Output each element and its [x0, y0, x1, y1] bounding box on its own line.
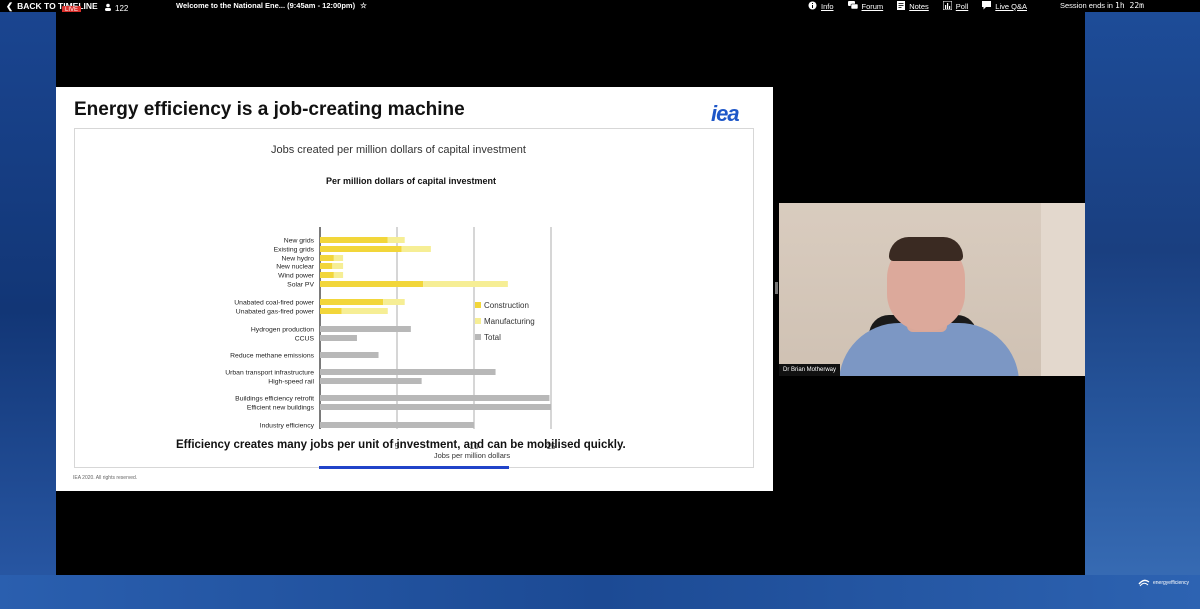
iea-logo: iea — [711, 101, 740, 126]
session-ends-label: Session ends in — [1060, 1, 1113, 10]
category-label: Buildings efficiency retrofit — [235, 396, 314, 403]
category-label: CCUS — [295, 336, 315, 343]
bar-construction — [320, 263, 333, 269]
x-axis-label: Jobs per million dollars — [434, 451, 511, 460]
jobs-bar-chart: Per million dollars of capital investmen… — [225, 176, 556, 460]
energy-efficiency-logo: energyefficiency — [1138, 578, 1189, 588]
background-left-strip — [0, 12, 56, 609]
menu-item-label: Live Q&A — [995, 1, 1027, 11]
category-label: Existing grids — [274, 247, 315, 254]
category-label: Reduce methane emissions — [230, 353, 314, 360]
panel-resize-handle[interactable] — [775, 282, 778, 294]
bar-construction — [320, 246, 402, 252]
menu-item-forum[interactable]: Forum — [847, 0, 884, 12]
slide-title: Energy efficiency is a job-creating mach… — [74, 99, 465, 120]
video-door — [1041, 203, 1085, 376]
notes-icon — [897, 0, 906, 12]
category-label: Solar PV — [287, 282, 314, 289]
category-label: High-speed rail — [268, 379, 314, 386]
speaker-name-tag: Dr Brian Motherway — [779, 364, 841, 376]
menu-item-live-qa[interactable]: Live Q&A — [982, 0, 1027, 12]
bar-manufacturing — [401, 246, 431, 252]
speaker-video[interactable] — [779, 203, 1085, 376]
category-label: New grids — [284, 238, 315, 245]
background-bottom-strip — [0, 575, 1200, 609]
background-right-strip — [1085, 12, 1200, 609]
back-to-timeline-button[interactable]: ❮ BACK TO TIMELINE — [6, 0, 98, 12]
slide-caption: Efficiency creates many jobs per unit of… — [176, 439, 626, 451]
category-label: New hydro — [282, 256, 315, 263]
menu-item-label: Notes — [909, 1, 929, 11]
menu-item-poll[interactable]: Poll — [942, 0, 969, 12]
session-menu: Info Forum Notes Poll Live Q&A — [808, 0, 1027, 12]
energy-efficiency-logo-text: energyefficiency — [1153, 580, 1190, 586]
bar-manufacturing — [387, 237, 405, 243]
forum-icon — [847, 0, 858, 12]
category-label: Urban transport infrastructure — [225, 370, 314, 377]
speaker-hair — [889, 237, 963, 261]
back-to-timeline-label: BACK TO TIMELINE — [17, 1, 98, 11]
menu-item-label: Poll — [955, 1, 969, 11]
category-label: New nuclear — [276, 264, 315, 271]
legend-swatch — [475, 334, 481, 340]
category-label: Efficient new buildings — [247, 405, 315, 412]
bar-construction — [320, 281, 424, 287]
presentation-slide: Energy efficiency is a job-creating mach… — [56, 87, 773, 491]
bar-construction — [320, 272, 334, 278]
bar-total — [320, 378, 422, 384]
bar-manufacturing — [341, 308, 388, 314]
slide-progress-bar — [319, 466, 509, 469]
star-icon[interactable]: ☆ — [360, 0, 367, 12]
category-label: Hydrogen production — [251, 327, 314, 334]
bar-total — [320, 335, 357, 341]
info-icon — [808, 1, 817, 12]
poll-icon — [942, 0, 953, 12]
session-ends: Session ends in 1h 22m — [1060, 0, 1144, 12]
bar-total — [320, 326, 411, 332]
top-bar: ❮ BACK TO TIMELINE LIVE 122 Welcome to t… — [0, 0, 1200, 14]
bar-construction — [320, 299, 384, 305]
chevron-left-icon: ❮ — [6, 0, 14, 11]
slide-footer: IEA 2020. All rights reserved. — [73, 475, 138, 481]
bar-manufacturing — [333, 255, 344, 261]
legend-label: Manufacturing — [484, 317, 535, 326]
bar-construction — [320, 308, 342, 314]
category-label: Unabated coal-fired power — [234, 300, 314, 307]
menu-item-label: Forum — [861, 1, 884, 11]
session-ends-time: 1h 22m — [1115, 1, 1144, 10]
bar-manufacturing — [383, 299, 405, 305]
bar-construction — [320, 237, 388, 243]
menu-item-notes[interactable]: Notes — [897, 0, 929, 12]
legend-label: Construction — [484, 301, 529, 310]
menu-item-info[interactable]: Info — [808, 1, 834, 12]
legend-swatch — [475, 318, 481, 324]
legend-swatch — [475, 302, 481, 308]
bar-manufacturing — [423, 281, 508, 287]
menu-item-label: Info — [821, 1, 834, 11]
bar-manufacturing — [333, 272, 344, 278]
slide-chart-frame: Jobs created per million dollars of capi… — [74, 128, 754, 468]
session-title: Welcome to the National Ene... (9:45am -… — [176, 0, 367, 12]
live-qa-icon — [982, 0, 992, 12]
swirl-icon — [1138, 579, 1150, 587]
legend-label: Total — [484, 333, 501, 342]
session-title-text: Welcome to the National Ene... (9:45am -… — [176, 1, 356, 10]
category-label: Wind power — [278, 273, 315, 280]
chart-title: Per million dollars of capital investmen… — [326, 176, 496, 186]
bar-construction — [320, 255, 334, 261]
bar-manufacturing — [332, 263, 344, 269]
category-label: Unabated gas-fired power — [236, 309, 315, 316]
category-label: Industry efficiency — [260, 423, 315, 430]
bar-total — [320, 369, 496, 375]
bar-total — [320, 352, 379, 358]
bar-total — [320, 395, 550, 401]
bar-total — [320, 422, 474, 428]
bar-total — [320, 404, 551, 410]
